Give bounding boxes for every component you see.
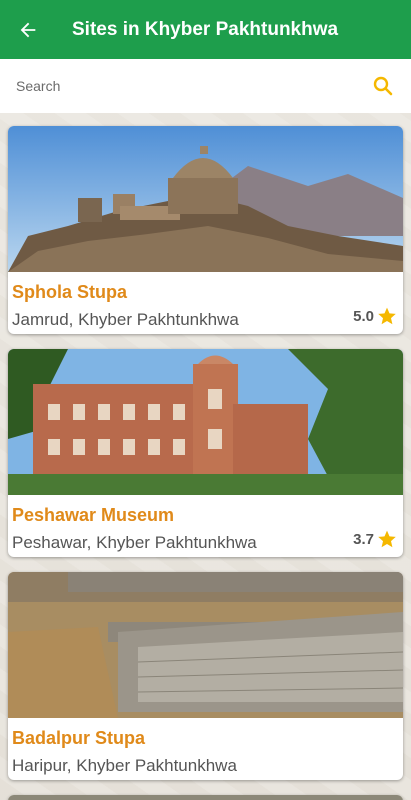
rating: 3.7 bbox=[353, 529, 397, 549]
site-name: Sphola Stupa bbox=[12, 282, 128, 302]
card-body: Sphola Stupa Jamrud, Khyber Pakhtunkhwa … bbox=[8, 272, 403, 334]
rating: 5.0 bbox=[353, 306, 397, 326]
app-bar: Sites in Khyber Pakhtunkhwa bbox=[0, 0, 411, 59]
page-title: Sites in Khyber Pakhtunkhwa bbox=[72, 18, 339, 40]
card-body: Badalpur Stupa Haripur, Khyber Pakhtunkh… bbox=[8, 718, 403, 780]
rating-value: 3.7 bbox=[353, 530, 374, 548]
site-image-stupa bbox=[8, 126, 403, 272]
site-location: Haripur, Khyber Pakhtunkhwa bbox=[12, 756, 237, 775]
site-list[interactable]: Sphola Stupa Jamrud, Khyber Pakhtunkhwa … bbox=[0, 113, 411, 800]
search-icon bbox=[373, 76, 393, 96]
site-card[interactable] bbox=[8, 795, 403, 800]
site-name: Peshawar Museum bbox=[12, 505, 175, 525]
site-card[interactable]: Sphola Stupa Jamrud, Khyber Pakhtunkhwa … bbox=[8, 126, 403, 334]
site-image-museum bbox=[8, 349, 403, 495]
site-location: Peshawar, Khyber Pakhtunkhwa bbox=[12, 533, 257, 552]
site-card[interactable]: Peshawar Museum Peshawar, Khyber Pakhtun… bbox=[8, 349, 403, 557]
search-input[interactable] bbox=[16, 78, 346, 94]
rating-value: 5.0 bbox=[353, 307, 374, 325]
search-bar bbox=[0, 59, 411, 113]
site-image bbox=[8, 795, 403, 800]
star-icon bbox=[378, 307, 396, 325]
site-card[interactable]: Badalpur Stupa Haripur, Khyber Pakhtunkh… bbox=[8, 572, 403, 780]
star-icon bbox=[378, 530, 396, 548]
card-body: Peshawar Museum Peshawar, Khyber Pakhtun… bbox=[8, 495, 403, 557]
arrow-left-icon bbox=[20, 22, 36, 37]
site-location: Jamrud, Khyber Pakhtunkhwa bbox=[12, 310, 239, 329]
search-button[interactable] bbox=[371, 74, 395, 98]
site-name: Badalpur Stupa bbox=[12, 728, 146, 748]
back-button[interactable] bbox=[0, 0, 56, 59]
site-image-ruins bbox=[8, 572, 403, 718]
